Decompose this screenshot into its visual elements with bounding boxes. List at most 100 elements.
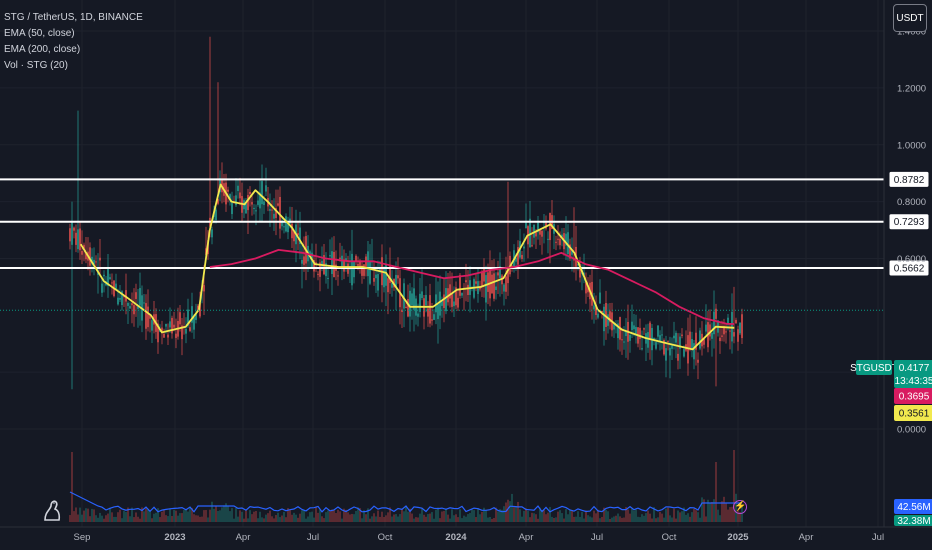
volume-bar [391, 516, 393, 522]
candle-body [647, 332, 649, 348]
candle-body [333, 251, 335, 277]
volume-bar [237, 516, 239, 522]
candle-body [189, 327, 191, 331]
time-axis-label: Sep [74, 532, 91, 543]
volume-bar [75, 507, 77, 522]
candle-body [203, 285, 205, 292]
volume-bar [139, 518, 141, 522]
candle-body [425, 294, 427, 306]
currency-button[interactable]: USDT [893, 4, 927, 32]
volume-bar [685, 514, 687, 522]
volume-bar [301, 510, 303, 522]
candle-body [367, 251, 369, 277]
volume-bar [461, 518, 463, 522]
volume-bar [393, 514, 395, 522]
tradingview-logo-icon[interactable] [42, 498, 62, 522]
volume-bar [459, 509, 461, 522]
symbol-title[interactable]: STG / TetherUS, 1D, BINANCE [4, 10, 143, 26]
candle-body [257, 200, 259, 205]
volume-bar [377, 510, 379, 522]
volume-ma-value-tag: 32.38M [897, 516, 930, 527]
volume-bar [239, 510, 241, 522]
volume-bar [305, 518, 307, 522]
candle-body [661, 334, 663, 336]
volume-bar [579, 516, 581, 522]
volume-bar [81, 514, 83, 522]
volume-bar [185, 509, 187, 522]
candle-body [557, 238, 559, 240]
volume-bar [631, 508, 633, 522]
candle-body [439, 291, 441, 316]
volume-bar [549, 507, 551, 522]
volume-bar [161, 511, 163, 522]
candle-body [145, 303, 147, 329]
candle-body [675, 332, 677, 343]
candle-body [139, 288, 141, 306]
volume-bar [253, 511, 255, 522]
candle-body [445, 288, 447, 312]
volume-bar [203, 510, 205, 522]
ema50-legend[interactable]: EMA (50, close) [4, 26, 143, 42]
candle-body [635, 326, 637, 334]
candle-body [643, 328, 645, 330]
candle-body [391, 283, 393, 288]
volume-bar [99, 512, 101, 522]
volume-bar [117, 512, 119, 522]
candle-body [671, 345, 673, 349]
volume-legend[interactable]: Vol · STG (20) [4, 58, 143, 74]
volume-bar [573, 516, 575, 522]
volume-bar [227, 506, 229, 522]
candle-body [117, 297, 119, 305]
candle-body [705, 324, 707, 332]
candle-body [81, 251, 83, 255]
candle-body [665, 348, 667, 361]
volume-bar [327, 510, 329, 522]
chart-canvas[interactable]: 0.87820.72930.5662 1.40001.20001.00000.8… [0, 0, 932, 550]
volume-bar [403, 511, 405, 522]
volume-bar [97, 517, 99, 522]
volume-bar [169, 508, 171, 522]
candle-body [119, 297, 121, 300]
candle-body [547, 238, 549, 240]
volume-bar [467, 514, 469, 522]
volume-bar [371, 516, 373, 522]
volume-bar [537, 518, 539, 522]
volume-bar [259, 511, 261, 522]
volume-bar [119, 509, 121, 522]
volume-bar [517, 501, 519, 522]
volume-bar [221, 507, 223, 522]
volume-bar [445, 508, 447, 522]
price-tick-label: 0.6000 [897, 254, 926, 265]
volume-bar [309, 512, 311, 522]
volume-bar [407, 511, 409, 522]
time-axis-label: Jul [872, 532, 884, 543]
volume-bar [173, 509, 175, 522]
volume-bar [223, 505, 225, 522]
time-axis-label: Apr [799, 532, 814, 543]
volume-bar [711, 502, 713, 522]
candle-body [529, 218, 531, 248]
volume-bar [519, 509, 521, 522]
volume-bar [87, 508, 89, 522]
volume-bar [627, 509, 629, 522]
candle-body [351, 253, 353, 286]
volume-bar [607, 511, 609, 522]
candle-body [691, 339, 693, 350]
volume-bar [365, 514, 367, 522]
candle-body [629, 334, 631, 341]
candle-body [265, 185, 267, 192]
flash-icon[interactable]: ⚡ [733, 500, 747, 514]
volume-bar [279, 517, 281, 522]
volume-bar [561, 513, 563, 522]
ema200-legend[interactable]: EMA (200, close) [4, 42, 143, 58]
volume-bar [353, 514, 355, 522]
volume-bar [211, 501, 213, 522]
volume-bar [547, 512, 549, 522]
candle-body [169, 321, 171, 328]
volume-bar [673, 508, 675, 522]
candle-body [283, 226, 285, 228]
candle-body [271, 209, 273, 211]
candle-body [165, 323, 167, 327]
candle-body [373, 278, 375, 282]
candle-body [101, 283, 103, 293]
